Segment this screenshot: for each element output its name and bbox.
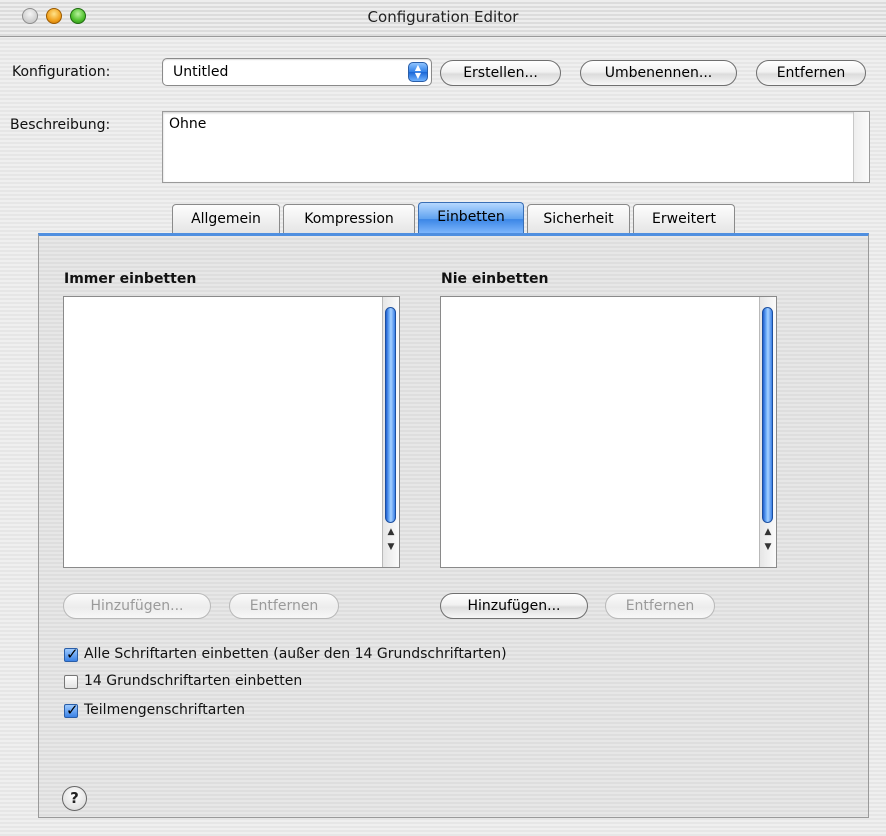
scroll-up-icon[interactable]: ▲ (760, 525, 776, 539)
scroll-thumb[interactable] (762, 307, 773, 523)
config-popup[interactable]: Untitled ▲ ▼ (162, 58, 432, 86)
config-label: Konfiguration: (12, 64, 111, 80)
never-embed-scrollbar[interactable]: ▲ ▼ (759, 297, 776, 567)
subset-fonts-label: Teilmengenschriftarten (84, 702, 246, 718)
create-config-button[interactable]: Erstellen... (440, 60, 561, 86)
tab-sicherheit[interactable]: Sicherheit (527, 204, 630, 234)
remove-config-button[interactable]: Entfernen (756, 60, 866, 86)
always-embed-scrollbar[interactable]: ▲ ▼ (382, 297, 399, 567)
never-embed-list[interactable]: ▲ ▼ (440, 296, 777, 568)
tab-kompression[interactable]: Kompression (283, 204, 415, 234)
always-add-button[interactable]: Hinzufügen... (63, 593, 211, 619)
embed-base14-checkbox[interactable] (64, 675, 78, 689)
always-embed-heading: Immer einbetten (64, 271, 197, 287)
tab-einbetten[interactable]: Einbetten (418, 202, 524, 235)
config-selected-value: Untitled (173, 64, 229, 80)
description-value: Ohne (169, 116, 207, 132)
never-embed-heading: Nie einbetten (441, 271, 549, 287)
popup-arrows-icon: ▲ ▼ (408, 62, 428, 82)
always-embed-list[interactable]: ▲ ▼ (63, 296, 400, 568)
description-scrollbar[interactable] (853, 112, 869, 182)
configuration-editor-window: Configuration Editor Konfiguration: Unti… (0, 0, 886, 836)
window-title: Configuration Editor (367, 8, 519, 26)
help-button[interactable]: ? (62, 786, 87, 811)
embed-all-fonts-checkbox[interactable]: ✓ (64, 645, 79, 663)
tab-erweitert[interactable]: Erweitert (633, 204, 735, 234)
always-remove-button[interactable]: Entfernen (229, 593, 339, 619)
subset-fonts-checkbox[interactable]: ✓ (64, 701, 79, 719)
scroll-down-icon[interactable]: ▼ (383, 540, 399, 554)
never-add-button[interactable]: Hinzufügen... (440, 593, 588, 619)
embed-all-fonts-label: Alle Schriftarten einbetten (außer den 1… (84, 646, 507, 662)
description-label: Beschreibung: (10, 117, 111, 133)
description-field[interactable]: Ohne (162, 111, 870, 183)
embed-base14-label: 14 Grundschriftarten einbetten (84, 673, 303, 689)
tab-allgemein[interactable]: Allgemein (172, 204, 280, 234)
rename-config-button[interactable]: Umbenennen... (580, 60, 737, 86)
checkmark-icon: ✓ (66, 701, 79, 719)
scroll-thumb[interactable] (385, 307, 396, 523)
title-bar[interactable]: Configuration Editor (0, 0, 886, 37)
never-remove-button[interactable]: Entfernen (605, 593, 715, 619)
checkmark-icon: ✓ (66, 645, 79, 663)
scroll-up-icon[interactable]: ▲ (383, 525, 399, 539)
scroll-down-icon[interactable]: ▼ (760, 540, 776, 554)
